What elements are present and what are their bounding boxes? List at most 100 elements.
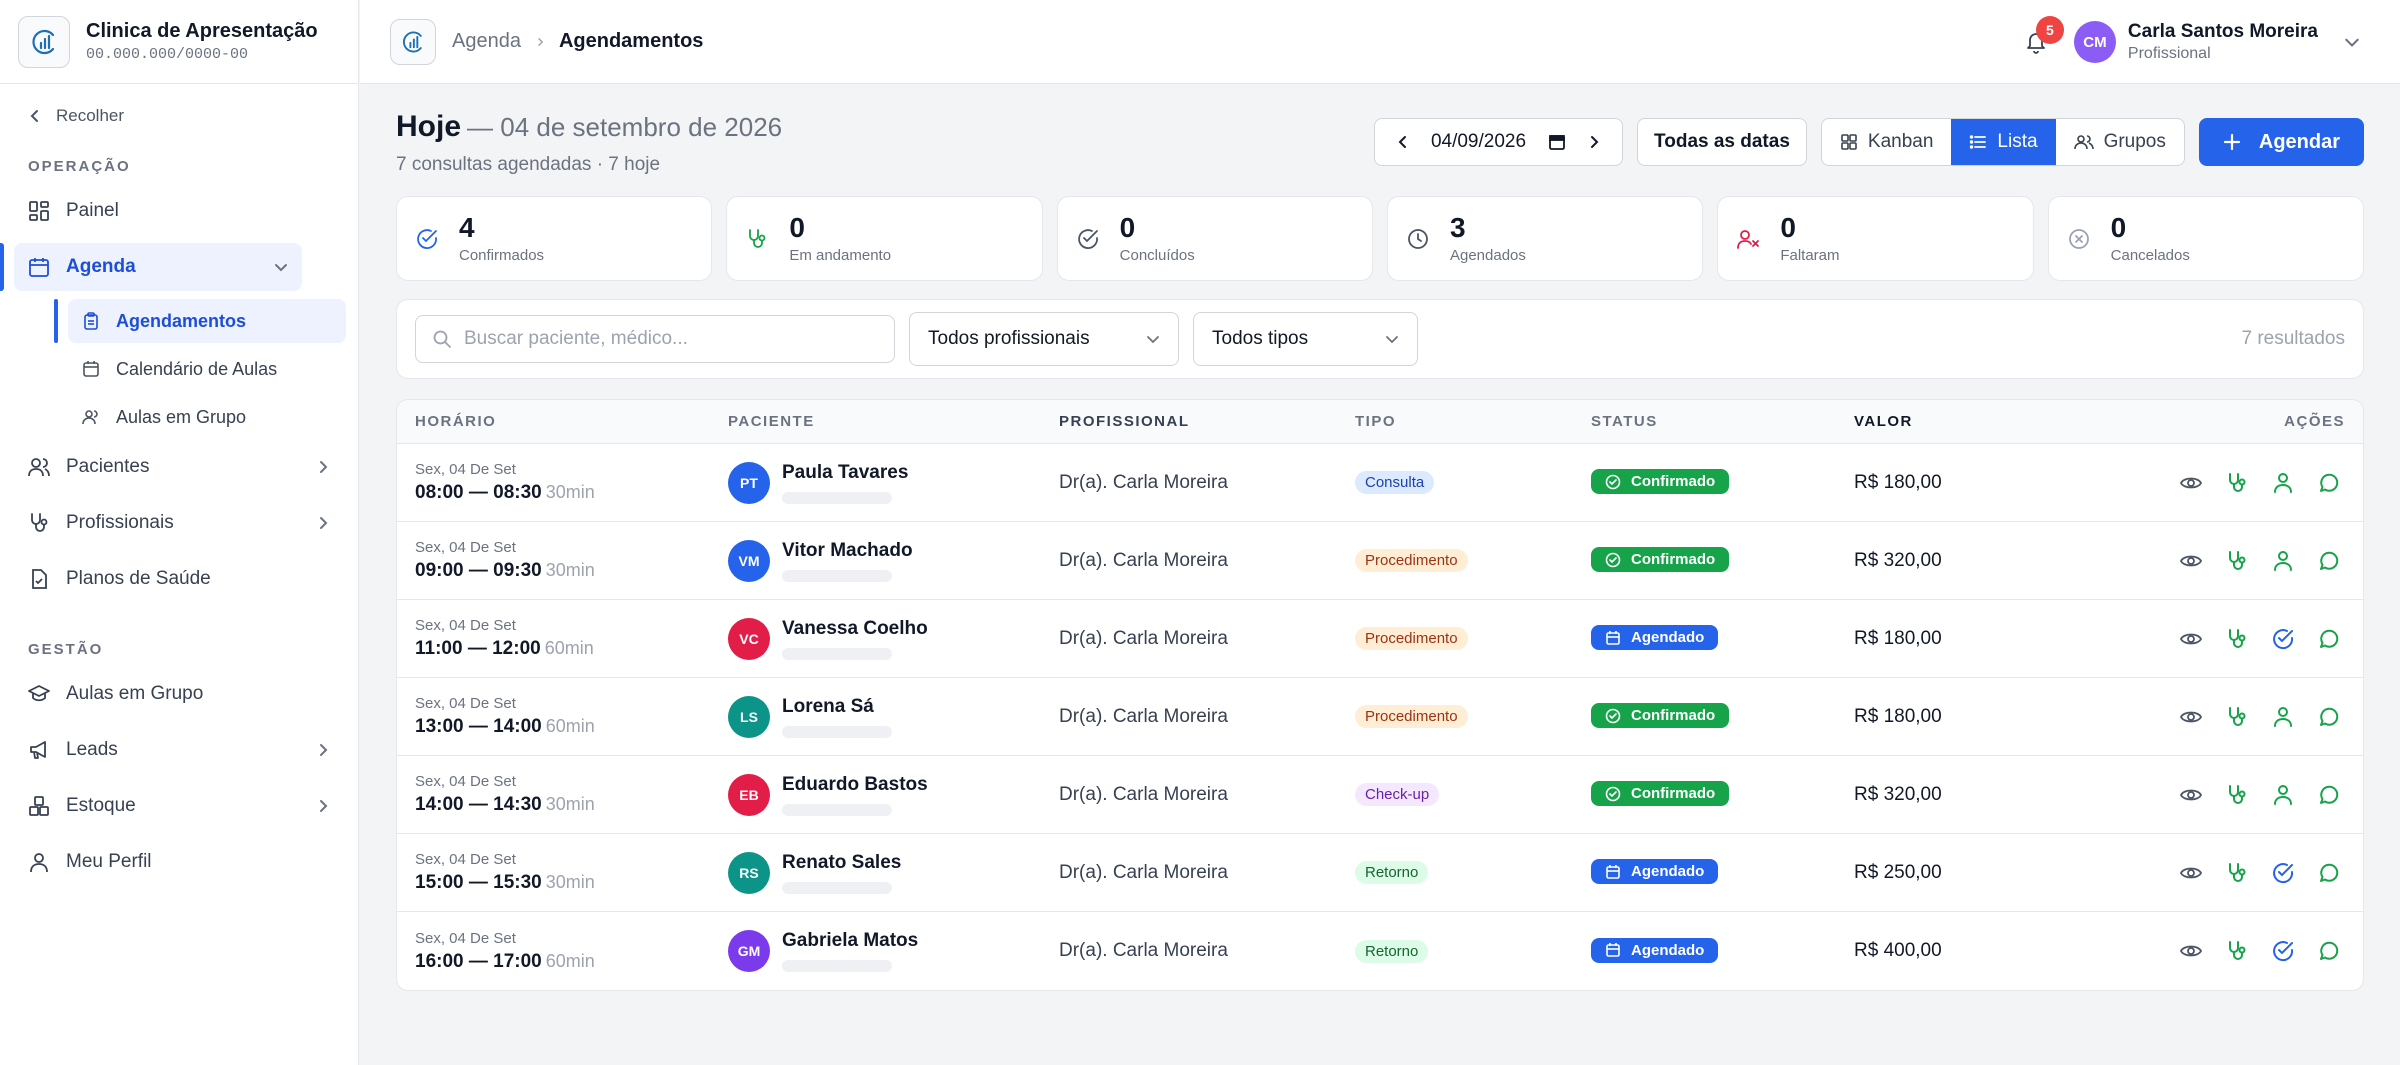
- stat-card-confirmados[interactable]: 4 Confirmados: [396, 196, 713, 281]
- view-eye-icon[interactable]: [2179, 549, 2203, 573]
- time-cell: Sex, 04 De Set 15:00 — 15:30 30min: [397, 851, 728, 894]
- sidebar-item-agenda[interactable]: Agenda: [0, 243, 302, 291]
- patient-name[interactable]: Vanessa Coelho: [782, 618, 928, 640]
- stat-label: Concluídos: [1119, 247, 1195, 264]
- check-in-user-icon[interactable]: [2271, 783, 2295, 807]
- stat-card-agendados[interactable]: 3 Agendados: [1386, 196, 1704, 281]
- column-header-valor: VALOR: [1854, 413, 1913, 430]
- sidebar-item-meu-perfil[interactable]: Meu Perfil: [14, 838, 344, 886]
- time-range: 16:00 — 17:00: [415, 950, 542, 972]
- sidebar-item-painel[interactable]: Painel: [14, 187, 344, 235]
- time-cell: Sex, 04 De Set 13:00 — 14:00 60min: [397, 695, 728, 738]
- notifications-button[interactable]: 5: [2024, 16, 2064, 54]
- confirm-check-icon[interactable]: [2271, 861, 2295, 885]
- start-consultation-stethoscope-icon[interactable]: [2225, 549, 2249, 573]
- all-dates-button[interactable]: Todas as datas: [1637, 118, 1807, 166]
- chevron-down-icon[interactable]: [2344, 34, 2360, 50]
- patient-name[interactable]: Lorena Sá: [782, 696, 892, 718]
- view-eye-icon[interactable]: [2179, 861, 2203, 885]
- start-consultation-stethoscope-icon[interactable]: [2225, 627, 2249, 651]
- message-icon[interactable]: [2317, 471, 2341, 495]
- next-day-button[interactable]: [1588, 134, 1600, 150]
- status-cell: Agendado: [1591, 625, 1854, 652]
- professional-select[interactable]: Todos profissionais: [909, 312, 1179, 366]
- new-appointment-button[interactable]: Agendar: [2198, 118, 2364, 166]
- chevron-down-icon: [1385, 332, 1399, 346]
- sidebar-subitem-agendamentos[interactable]: Agendamentos: [54, 299, 346, 343]
- start-consultation-stethoscope-icon[interactable]: [2225, 861, 2249, 885]
- table-row[interactable]: Sex, 04 De Set 08:00 — 08:30 30min PT Pau…: [397, 444, 2363, 522]
- view-eye-icon[interactable]: [2179, 939, 2203, 963]
- check-in-user-icon[interactable]: [2271, 705, 2295, 729]
- sidebar-item-pacientes[interactable]: Pacientes: [14, 443, 344, 491]
- appointment-duration: 60min: [545, 950, 595, 971]
- redacted-patient-info: [782, 803, 892, 816]
- date-input[interactable]: 04/09/2026: [1431, 131, 1526, 153]
- prev-day-button[interactable]: [1397, 134, 1409, 150]
- view-kanban-button[interactable]: Kanban: [1822, 119, 1952, 165]
- type-badge: Procedimento: [1355, 549, 1468, 572]
- patient-name[interactable]: Gabriela Matos: [782, 930, 918, 952]
- sidebar-item-planos-saude[interactable]: Planos de Saúde: [14, 555, 344, 603]
- stat-card-faltaram[interactable]: 0 Faltaram: [1717, 196, 2034, 281]
- sidebar-item-leads[interactable]: Leads: [14, 726, 344, 774]
- collapse-sidebar-button[interactable]: Recolher: [0, 84, 358, 148]
- message-icon[interactable]: [2317, 627, 2341, 651]
- status-label: Confirmado: [1631, 551, 1716, 569]
- table-row[interactable]: Sex, 04 De Set 11:00 — 12:00 60min VC Van…: [397, 600, 2363, 678]
- stat-card-cancelados[interactable]: 0 Cancelados: [2047, 196, 2364, 281]
- patient-name[interactable]: Paula Tavares: [782, 462, 908, 484]
- table-row[interactable]: Sex, 04 De Set 16:00 — 17:00 60min GM Gab…: [397, 912, 2363, 990]
- check-in-user-icon[interactable]: [2271, 471, 2295, 495]
- appointment-duration: 60min: [545, 716, 595, 736]
- start-consultation-stethoscope-icon[interactable]: [2225, 939, 2249, 963]
- stats-row: 4 Confirmados 0 Em andamento 0 Concluídos 3…: [396, 196, 2364, 281]
- avatar[interactable]: CM: [2073, 21, 2116, 63]
- breadcrumb-agenda[interactable]: Agenda: [452, 30, 521, 53]
- stat-label: Faltaram: [1780, 247, 1840, 264]
- appointment-value: R$ 180,00: [1854, 627, 1942, 649]
- view-eye-icon[interactable]: [2179, 627, 2203, 651]
- message-icon[interactable]: [2317, 939, 2341, 963]
- table-row[interactable]: Sex, 04 De Set 13:00 — 14:00 60min LS Lor…: [397, 678, 2363, 756]
- date-picker: 04/09/2026: [1373, 118, 1624, 166]
- message-icon[interactable]: [2317, 549, 2341, 573]
- search-input[interactable]: Buscar paciente, médico...: [415, 315, 895, 363]
- table-row[interactable]: Sex, 04 De Set 09:00 — 09:30 30min VM Vit…: [397, 522, 2363, 600]
- confirm-check-icon[interactable]: [2271, 627, 2295, 651]
- view-eye-icon[interactable]: [2179, 471, 2203, 495]
- type-select[interactable]: Todos tipos: [1193, 312, 1418, 366]
- check-in-user-icon[interactable]: [2271, 549, 2295, 573]
- table-row[interactable]: Sex, 04 De Set 14:00 — 14:30 30min EB Edu…: [397, 756, 2363, 834]
- start-consultation-stethoscope-icon[interactable]: [2225, 471, 2249, 495]
- confirm-check-icon[interactable]: [2271, 939, 2295, 963]
- actions-cell: [2084, 783, 2363, 807]
- message-icon[interactable]: [2317, 783, 2341, 807]
- sidebar-subitem-aulas-grupo[interactable]: Aulas em Grupo: [68, 395, 346, 439]
- view-eye-icon[interactable]: [2179, 783, 2203, 807]
- sidebar-item-aulas-grupo[interactable]: Aulas em Grupo: [14, 670, 344, 718]
- patient-name[interactable]: Vitor Machado: [782, 540, 913, 562]
- sidebar-item-estoque[interactable]: Estoque: [14, 782, 344, 830]
- patient-name[interactable]: Eduardo Bastos: [782, 774, 928, 796]
- time-cell: Sex, 04 De Set 11:00 — 12:00 60min: [397, 617, 728, 660]
- table-row[interactable]: Sex, 04 De Set 15:00 — 15:30 30min RS Ren…: [397, 834, 2363, 912]
- message-icon[interactable]: [2317, 705, 2341, 729]
- view-lista-button[interactable]: Lista: [1951, 119, 2056, 165]
- user-menu[interactable]: Carla Santos Moreira Profissional: [2128, 21, 2318, 63]
- start-consultation-stethoscope-icon[interactable]: [2225, 783, 2249, 807]
- message-icon[interactable]: [2317, 861, 2341, 885]
- app-logo-icon[interactable]: [390, 18, 436, 65]
- user-name: Carla Santos Moreira: [2127, 21, 2318, 42]
- sidebar-subitem-calendario-aulas[interactable]: Calendário de Aulas: [68, 347, 346, 391]
- stat-card-em-andamento[interactable]: 0 Em andamento: [726, 196, 1043, 281]
- sidebar-item-profissionais[interactable]: Profissionais: [14, 499, 344, 547]
- stat-label: Em andamento: [789, 247, 892, 264]
- avatar: LS: [728, 695, 770, 738]
- start-consultation-stethoscope-icon[interactable]: [2225, 705, 2249, 729]
- patient-name[interactable]: Renato Sales: [782, 852, 901, 874]
- calendar-icon[interactable]: [1548, 133, 1566, 151]
- view-eye-icon[interactable]: [2179, 705, 2203, 729]
- view-grupos-button[interactable]: Grupos: [2056, 119, 2184, 165]
- stat-card-concluidos[interactable]: 0 Concluídos: [1056, 196, 1373, 281]
